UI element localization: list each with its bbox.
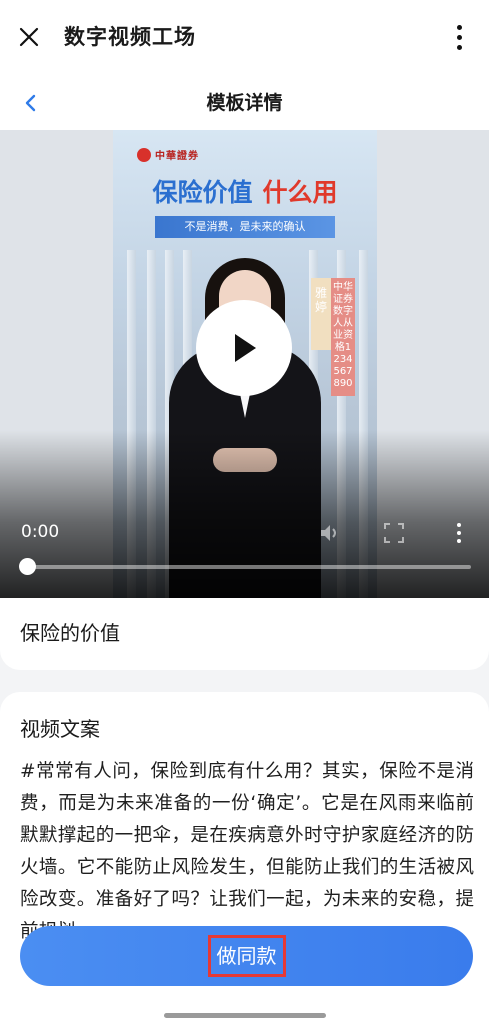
brand-logo-icon: [137, 148, 151, 162]
page-title: 模板详情: [206, 92, 283, 114]
make-same-button[interactable]: 做同款: [20, 926, 473, 986]
poster-subtitle: 不是消费，是未来的确认: [155, 216, 335, 238]
poster-headline-red: 什么用: [262, 178, 338, 207]
close-icon[interactable]: [14, 22, 44, 52]
poster-headline: 保险价值 什么用: [113, 176, 377, 210]
nav-bar: 模板详情: [0, 76, 489, 130]
app-title: 数字视频工场: [64, 25, 196, 49]
poster-headline-blue: 保险价值: [152, 178, 253, 207]
name-tag-text: 雅婷: [314, 286, 327, 314]
template-title: 保险的价值: [20, 621, 120, 645]
video-player[interactable]: 中華證券 保险价值 什么用 不是消费，是未来的确认 雅婷 中华证券数字人从业资格1…: [0, 130, 489, 598]
current-time: 0:00: [21, 522, 60, 542]
make-same-label: 做同款: [207, 935, 286, 977]
progress-track[interactable]: [28, 565, 471, 569]
template-title-card: 保险的价值: [0, 598, 489, 670]
more-vertical-icon[interactable]: [445, 20, 473, 54]
video-more-icon[interactable]: [451, 520, 467, 546]
top-app-bar: 数字视频工场: [0, 0, 489, 76]
progress-handle[interactable]: [19, 558, 36, 575]
play-button[interactable]: [196, 300, 292, 396]
controls-gradient: [0, 430, 489, 598]
volume-icon[interactable]: [318, 521, 342, 545]
certificate-tag-text: 中华证券数字人从业资格1234567890: [333, 282, 353, 389]
play-icon: [235, 334, 256, 362]
copy-heading: 视频文案: [20, 717, 100, 741]
home-indicator[interactable]: [164, 1013, 326, 1018]
copy-body: #常常有人问，保险到底有什么用？其实，保险不是消费，而是为未来准备的一份‘确定’…: [20, 761, 474, 942]
poster-brand: 中華證券: [155, 151, 199, 162]
fullscreen-icon[interactable]: [384, 523, 404, 543]
